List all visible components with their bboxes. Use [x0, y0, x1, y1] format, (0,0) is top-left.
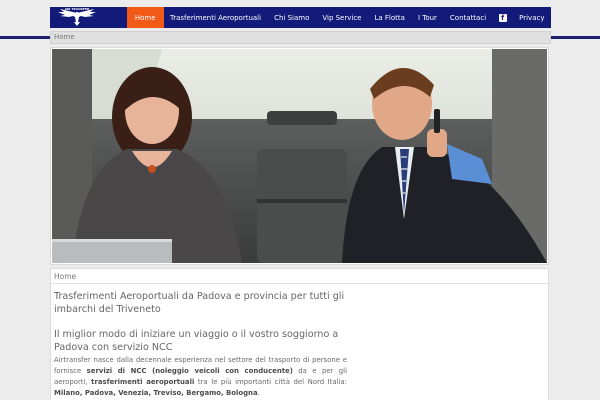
nav-privacy[interactable]: Privacy — [513, 7, 551, 28]
nav-la-flotta[interactable]: La Flotta — [368, 7, 411, 28]
nav-contattaci[interactable]: Contattaci — [443, 7, 492, 28]
page-title: Trasferimenti Aeroportuali da Padova e p… — [54, 291, 345, 315]
intro-paragraph: Airtransfer nasce dalla decennale esperi… — [54, 356, 347, 397]
content-text: Trasferimenti Aeroportuali da Padova e p… — [54, 290, 347, 399]
nav-trasferimenti[interactable]: Trasferimenti Aeroportuali — [164, 7, 268, 28]
site-logo[interactable]: AIR TRANSFER — [54, 7, 100, 28]
logo-text: AIR TRANSFER — [65, 7, 90, 11]
main-nav: Home Trasferimenti Aeroportuali Chi Siam… — [126, 7, 551, 28]
nav-facebook[interactable]: f — [493, 7, 513, 28]
hero-image — [50, 47, 549, 265]
nav-vip-service[interactable]: Vip Service — [316, 7, 368, 28]
nav-chi-siamo[interactable]: Chi Siamo — [268, 7, 316, 28]
content-box: Home Trasferimenti Aeroportuali da Padov… — [50, 268, 549, 400]
nav-home[interactable]: Home — [126, 7, 164, 28]
site-header: AIR TRANSFER Home Trasferimenti Aeroport… — [50, 7, 551, 28]
nav-i-tour[interactable]: I Tour — [411, 7, 443, 28]
facebook-icon: f — [498, 13, 507, 22]
breadcrumb-top[interactable]: Home — [50, 31, 551, 44]
breadcrumb-content[interactable]: Home — [51, 269, 548, 284]
page-subtitle: Il miglior modo di iniziare un viaggio o… — [54, 329, 339, 353]
